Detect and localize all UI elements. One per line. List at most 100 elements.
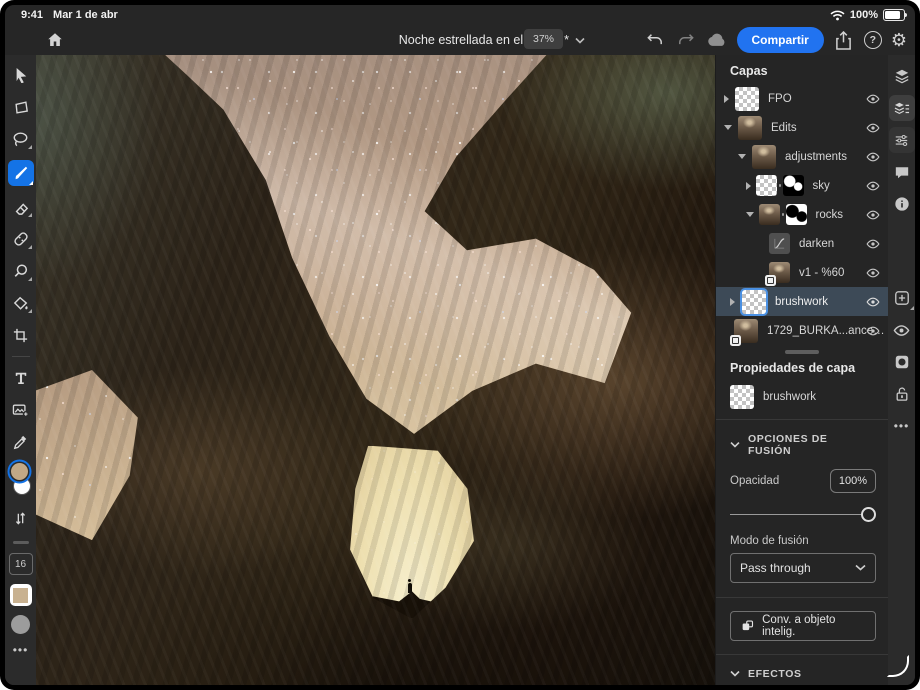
disclosure-right-icon[interactable] <box>730 298 735 306</box>
move-tool[interactable] <box>9 64 33 86</box>
export-icon[interactable] <box>833 29 855 51</box>
info-button[interactable] <box>889 191 915 217</box>
device-frame: 9:41 Mar 1 de abr 100% Noche estrellada … <box>0 0 920 690</box>
visibility-eye-icon[interactable] <box>865 294 880 309</box>
smart-object-icon <box>741 619 754 633</box>
visibility-eye-icon[interactable] <box>865 178 880 193</box>
eraser-tool[interactable] <box>9 196 33 218</box>
brush-color-swatch[interactable] <box>10 584 32 606</box>
redo-button[interactable] <box>675 29 697 51</box>
layer-row-1729[interactable]: 1729_BURKA...anced-NR33 <box>716 316 888 345</box>
disclosure-right-icon[interactable] <box>724 95 729 103</box>
layer-mask-button[interactable] <box>889 349 915 375</box>
star-field-left <box>36 370 138 540</box>
lasso-select-tool[interactable] <box>9 128 33 150</box>
undo-button[interactable] <box>644 29 666 51</box>
brush-preview[interactable] <box>11 615 30 634</box>
disclosure-down-icon[interactable] <box>738 154 746 159</box>
help-button[interactable]: ? <box>864 31 882 49</box>
photoshop-app: 9:41 Mar 1 de abr 100% Noche estrellada … <box>5 5 915 685</box>
transform-tool[interactable] <box>9 96 33 118</box>
cloud-sync-icon[interactable] <box>706 29 728 51</box>
smart-object-badge <box>730 335 741 346</box>
layer-properties-button[interactable] <box>889 127 915 153</box>
share-button[interactable]: Compartir <box>737 27 824 53</box>
fill-tool[interactable] <box>9 292 33 314</box>
disclosure-down-icon[interactable] <box>746 212 754 217</box>
layers-panel-title: Capas <box>716 55 888 84</box>
type-tool[interactable] <box>9 367 33 389</box>
visibility-eye-icon[interactable] <box>865 207 880 222</box>
ipad-screenshot: 9:41 Mar 1 de abr 100% Noche estrellada … <box>0 0 920 690</box>
comments-button[interactable] <box>889 159 915 185</box>
healing-brush-tool[interactable] <box>9 228 33 250</box>
top-toolbar: Noche estrellada en el cañón * 37% Compa… <box>5 25 915 55</box>
chevron-down-icon <box>575 37 585 44</box>
eyedropper-tool[interactable] <box>9 431 33 453</box>
visibility-eye-icon[interactable] <box>865 323 880 338</box>
foreground-color[interactable] <box>11 463 28 480</box>
brush-color <box>13 588 28 603</box>
brush-size-field[interactable]: 16 <box>9 553 33 575</box>
brush-tool[interactable] <box>8 160 34 186</box>
canvas[interactable] <box>36 55 715 685</box>
slider-knob[interactable] <box>861 507 876 522</box>
convert-button-label: Conv. a objeto intelig. <box>762 614 865 638</box>
properties-layer-name: brushwork <box>763 391 888 403</box>
properties-panel-title: Propiedades de capa <box>716 358 888 381</box>
visibility-eye-icon[interactable] <box>865 91 880 106</box>
layers-detail-view-button[interactable] <box>889 95 915 121</box>
blend-mode-value: Pass through <box>740 561 811 575</box>
layer-row-fpo[interactable]: FPO <box>716 84 888 113</box>
visibility-eye-icon[interactable] <box>865 120 880 135</box>
layer-mask-thumbnail <box>783 175 804 196</box>
opacity-slider[interactable] <box>730 507 874 523</box>
opacity-row: Opacidad 100% <box>716 457 888 493</box>
chevron-down-icon <box>730 441 740 448</box>
lock-layer-button[interactable] <box>889 381 915 407</box>
opacity-value-field[interactable]: 100% <box>830 469 876 493</box>
swap-colors-button[interactable] <box>9 507 33 529</box>
layer-thumbnail <box>735 87 759 111</box>
slider-track <box>730 514 874 516</box>
wifi-icon <box>830 10 845 21</box>
drag-handle[interactable] <box>13 541 29 544</box>
layer-row-brushwork-selected[interactable]: brushwork <box>716 287 888 316</box>
add-layer-button[interactable] <box>889 285 915 311</box>
crop-tool[interactable] <box>9 324 33 346</box>
visibility-eye-icon[interactable] <box>865 149 880 164</box>
layer-visibility-button[interactable] <box>889 317 915 343</box>
blend-options-section-header[interactable]: OPCIONES DE FUSIÓN <box>716 420 888 457</box>
visibility-eye-icon[interactable] <box>865 265 880 280</box>
layer-row-edits[interactable]: Edits <box>716 113 888 142</box>
smart-object-badge <box>765 275 776 286</box>
status-bar: 9:41 Mar 1 de abr 100% <box>5 5 915 25</box>
section-label: OPCIONES DE FUSIÓN <box>748 433 874 457</box>
person-silhouette <box>408 583 412 593</box>
place-image-tool[interactable] <box>9 399 33 421</box>
effects-section-header[interactable]: EFECTOS <box>716 655 888 680</box>
layer-row-adjustments[interactable]: adjustments <box>716 142 888 171</box>
layer-thumbnail <box>759 204 780 225</box>
layer-row-sky[interactable]: sky <box>716 171 888 200</box>
more-tools-button[interactable]: ••• <box>13 643 29 657</box>
color-well[interactable] <box>8 463 34 497</box>
layers-compact-view-button[interactable] <box>889 63 915 89</box>
blend-mode-select[interactable]: Pass through <box>730 553 876 583</box>
more-options-button[interactable]: ••• <box>889 413 915 439</box>
magnifier-tool[interactable] <box>9 260 33 282</box>
panel-resize-handle[interactable] <box>785 350 819 354</box>
opacity-label: Opacidad <box>730 475 779 487</box>
star-field <box>117 55 647 446</box>
visibility-eye-icon[interactable] <box>865 236 880 251</box>
disclosure-right-icon[interactable] <box>746 182 751 190</box>
layer-row-rocks[interactable]: rocks <box>716 200 888 229</box>
settings-gear-button[interactable]: ⚙ <box>891 31 907 49</box>
zoom-level-badge[interactable]: 37% <box>524 29 563 49</box>
taskbar-right: ••• <box>888 55 915 685</box>
layer-row-darken[interactable]: darken <box>716 229 888 258</box>
convert-smart-object-button[interactable]: Conv. a objeto intelig. <box>730 611 876 641</box>
layer-row-v1[interactable]: v1 - %60 <box>716 258 888 287</box>
bright-opening <box>345 446 474 619</box>
disclosure-down-icon[interactable] <box>724 125 732 130</box>
